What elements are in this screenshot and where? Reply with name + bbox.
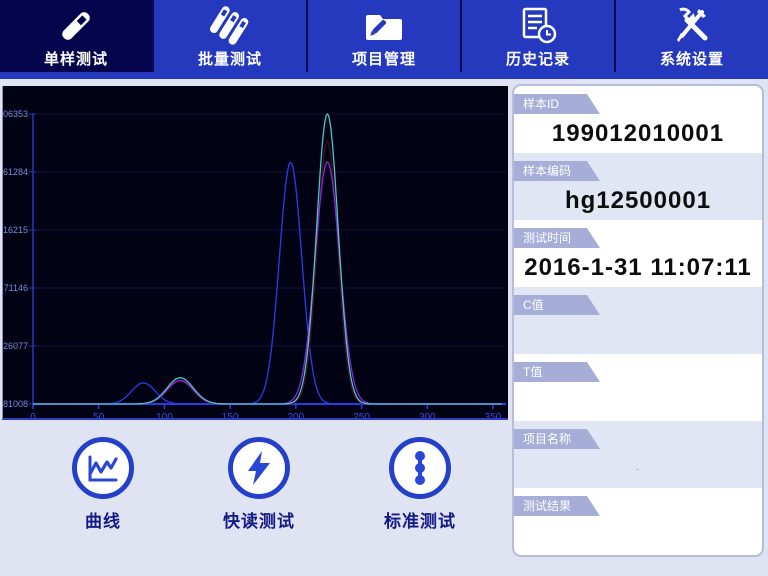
x-tick-label: 100 xyxy=(156,412,173,418)
field-c-value: C值 xyxy=(514,287,762,354)
project-name-value: - xyxy=(514,449,762,488)
sample-code-value: hg12500001 xyxy=(514,181,762,220)
chart-curve-magenta xyxy=(33,162,502,404)
chart-curve-dark-red xyxy=(33,141,502,404)
x-tick-label: 350 xyxy=(485,412,502,418)
chart-curve-cyan xyxy=(33,114,502,404)
action-label: 标准测试 xyxy=(384,507,456,532)
sample-id-value: 199012010001 xyxy=(514,114,762,153)
field-label-chip: 样本ID xyxy=(514,94,600,114)
tab-batch-test[interactable]: 批量测试 xyxy=(154,0,308,72)
y-tick-label: 81008 xyxy=(3,399,28,409)
sample-info-card: 样本ID 199012010001 样本编码 hg12500001 测试时间 2… xyxy=(512,84,764,557)
t-value xyxy=(514,382,762,421)
tab-label: 项目管理 xyxy=(352,48,416,69)
test-time-value: 2016-1-31 11:07:11 xyxy=(514,248,762,287)
action-label: 曲线 xyxy=(85,507,121,532)
field-t-value: T值 xyxy=(514,354,762,421)
quick-read-test-button[interactable]: 快读测试 xyxy=(196,437,322,532)
field-label-chip: T值 xyxy=(514,362,600,382)
x-tick-label: 200 xyxy=(288,412,305,418)
chart-svg: 81008 726077 1371146 2016215 2661284 3306353 0… xyxy=(3,86,508,418)
x-tick-label: 250 xyxy=(353,412,370,418)
field-label-chip: 测试时间 xyxy=(514,228,600,248)
c-value xyxy=(514,315,762,354)
field-label-chip: 测试结果 xyxy=(514,496,600,516)
fluorescence-chart-panel: 81008 726077 1371146 2016215 2661284 3306353 0… xyxy=(2,86,508,420)
field-sample-code: 样本编码 hg12500001 xyxy=(514,153,762,220)
tab-label: 批量测试 xyxy=(198,48,262,69)
tab-label: 单样测试 xyxy=(44,48,108,69)
curve-icon xyxy=(72,437,134,499)
test-strip-icon xyxy=(56,6,96,46)
standard-test-button[interactable]: 标准测试 xyxy=(357,437,483,532)
tab-label: 历史记录 xyxy=(506,48,570,69)
field-label-chip: 样本编码 xyxy=(514,161,600,181)
field-test-result: 测试结果 xyxy=(514,488,762,555)
top-nav: 单样测试 批量测试 xyxy=(0,0,768,72)
field-test-time: 测试时间 2016-1-31 11:07:11 xyxy=(514,220,762,287)
field-label-chip: 项目名称 xyxy=(514,429,600,449)
x-tick-label: 150 xyxy=(222,412,239,418)
dots-strip-icon xyxy=(389,437,451,499)
action-label: 快读测试 xyxy=(223,507,295,532)
nav-underline-strip xyxy=(0,72,768,79)
tab-project-management[interactable]: 项目管理 xyxy=(308,0,462,72)
x-tick-label: 0 xyxy=(30,412,36,418)
tab-single-sample-test[interactable]: 单样测试 xyxy=(0,0,154,72)
tab-system-settings[interactable]: 系统设置 xyxy=(616,0,768,72)
field-project-name: 项目名称 - xyxy=(514,421,762,488)
lightning-icon xyxy=(228,437,290,499)
y-tick-label: 2661284 xyxy=(3,167,28,177)
field-sample-id: 样本ID 199012010001 xyxy=(514,86,762,153)
x-tick-label: 50 xyxy=(93,412,105,418)
batch-strips-icon xyxy=(208,6,252,46)
folder-pen-icon xyxy=(363,6,405,46)
y-tick-label: 3306353 xyxy=(3,109,28,119)
tab-history[interactable]: 历史记录 xyxy=(462,0,616,72)
tab-label: 系统设置 xyxy=(660,48,724,69)
field-label-chip: C值 xyxy=(514,295,600,315)
document-clock-icon xyxy=(517,6,559,46)
tools-icon xyxy=(671,6,713,46)
curve-button[interactable]: 曲线 xyxy=(40,437,166,532)
y-tick-label: 726077 xyxy=(3,341,28,351)
test-result-value xyxy=(514,516,762,555)
x-tick-label: 300 xyxy=(419,412,436,418)
y-tick-label: 2016215 xyxy=(3,225,28,235)
chart-curve-blue xyxy=(33,163,502,405)
y-tick-label: 1371146 xyxy=(3,283,28,293)
